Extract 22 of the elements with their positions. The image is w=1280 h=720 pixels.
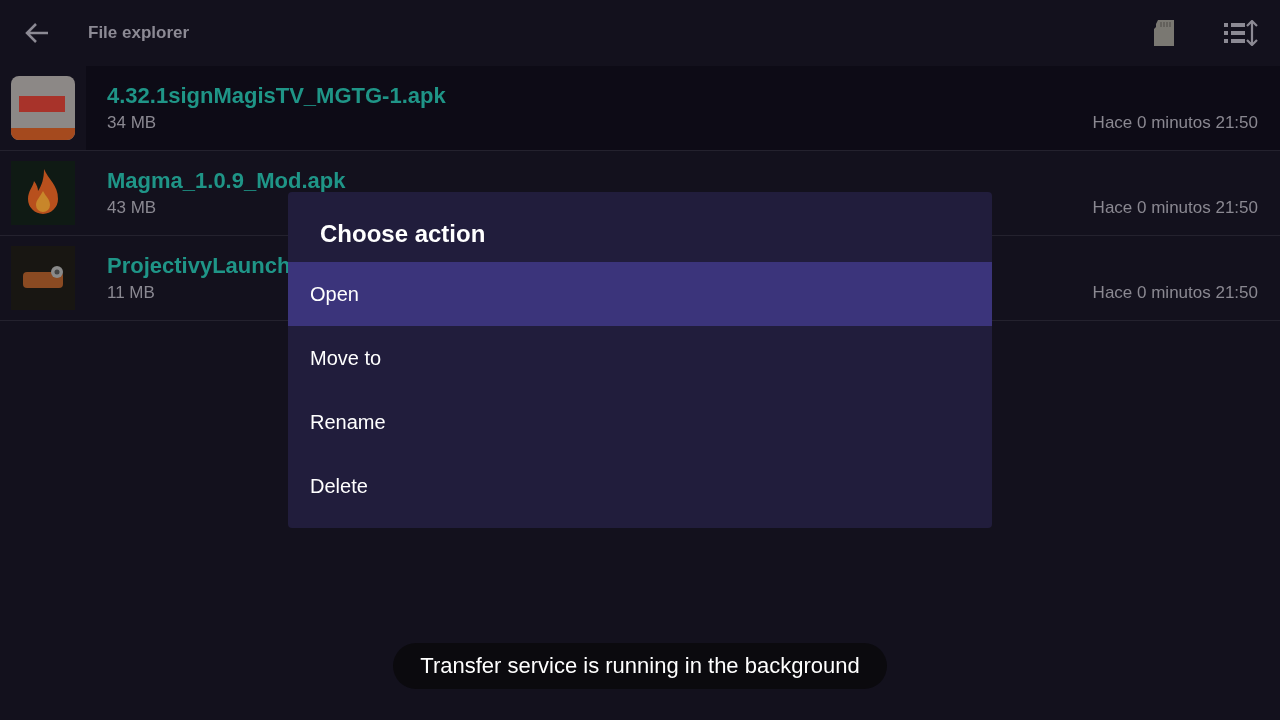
file-name: 4.32.1signMagisTV_MGTG-1.apk bbox=[107, 83, 446, 109]
menu-item[interactable]: Move to bbox=[288, 326, 992, 390]
projector-icon bbox=[11, 246, 75, 310]
menu-item[interactable]: Open bbox=[288, 262, 992, 326]
sort-list-icon[interactable] bbox=[1224, 20, 1258, 46]
screen-title: File explorer bbox=[88, 23, 191, 43]
menu-item[interactable]: Delete bbox=[288, 454, 992, 518]
file-size: 43 MB bbox=[107, 198, 157, 218]
file-size: 34 MB bbox=[107, 113, 157, 133]
dialog-title: Choose action bbox=[319, 219, 487, 249]
modified-time: Hace 0 minutos 21:50 bbox=[1092, 283, 1258, 303]
back-arrow-icon[interactable] bbox=[24, 22, 50, 44]
menu-item[interactable]: Rename bbox=[288, 390, 992, 454]
toast-message: Transfer service is running in the background bbox=[393, 643, 887, 689]
file-name: ProjectivyLaunch bbox=[107, 253, 291, 279]
modified-time: Hace 0 minutos 21:50 bbox=[1092, 198, 1258, 218]
file-size: 11 MB bbox=[107, 283, 155, 303]
modified-time: Hace 0 minutos 21:50 bbox=[1092, 113, 1258, 133]
file-name: Magma_1.0.9_Mod.apk bbox=[107, 168, 346, 194]
flame-icon bbox=[11, 161, 75, 225]
app-icon bbox=[11, 76, 75, 140]
sd-card-icon[interactable] bbox=[1154, 20, 1174, 46]
